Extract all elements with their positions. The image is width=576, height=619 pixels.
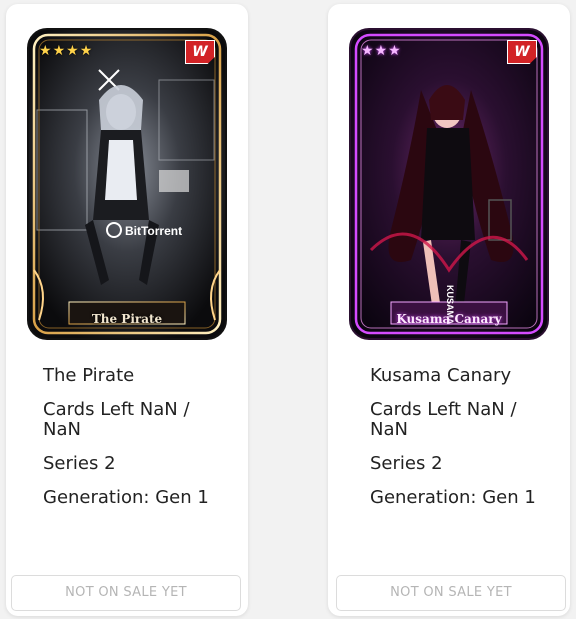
w-badge-icon: W xyxy=(507,40,537,64)
cards-left: Cards Left NaN / NaN xyxy=(370,399,517,440)
cards-left: Cards Left NaN / NaN xyxy=(43,399,190,440)
rarity-stars: ★ ★ ★ xyxy=(361,44,401,58)
star-icon: ★ xyxy=(52,43,66,59)
card-nameplate: Kusama Canary xyxy=(396,312,502,326)
generation: Generation: Gen 1 xyxy=(370,487,536,508)
star-icon: ★ xyxy=(79,43,93,59)
series: Series 2 xyxy=(43,453,116,474)
card-artwork[interactable]: BitTorrent ★ ★ ★ ★ W The Pirate xyxy=(27,28,227,340)
star-icon: ★ xyxy=(39,43,52,59)
card-title: Kusama Canary xyxy=(370,365,512,386)
star-icon: ★ xyxy=(66,43,79,59)
card-illustration: KUSAMA xyxy=(351,30,547,338)
card-info: The Pirate Cards Left NaN / NaN Series 2… xyxy=(43,366,223,522)
card-info: Kusama Canary Cards Left NaN / NaN Serie… xyxy=(370,366,550,522)
w-badge-icon: W xyxy=(185,40,215,64)
not-on-sale-button[interactable]: NOT ON SALE YET xyxy=(11,575,241,611)
card-title: The Pirate xyxy=(43,365,135,386)
nft-card-panel: KUSAMA ★ ★ ★ W Kusama Canary Kusama Cana… xyxy=(328,4,570,616)
star-icon: ★ xyxy=(388,43,401,59)
rarity-stars: ★ ★ ★ ★ xyxy=(39,44,92,58)
card-illustration: BitTorrent xyxy=(29,30,225,338)
not-on-sale-button[interactable]: NOT ON SALE YET xyxy=(336,575,566,611)
bittorrent-logo: BitTorrent xyxy=(125,224,182,238)
generation: Generation: Gen 1 xyxy=(43,487,209,508)
star-icon: ★ xyxy=(361,43,374,59)
nft-card-panel: BitTorrent ★ ★ ★ ★ W The Pirate The Pira… xyxy=(6,4,248,616)
card-artwork[interactable]: KUSAMA ★ ★ ★ W Kusama Canary xyxy=(349,28,549,340)
card-nameplate: The Pirate xyxy=(91,312,163,326)
star-icon: ★ xyxy=(374,43,388,59)
series: Series 2 xyxy=(370,453,443,474)
